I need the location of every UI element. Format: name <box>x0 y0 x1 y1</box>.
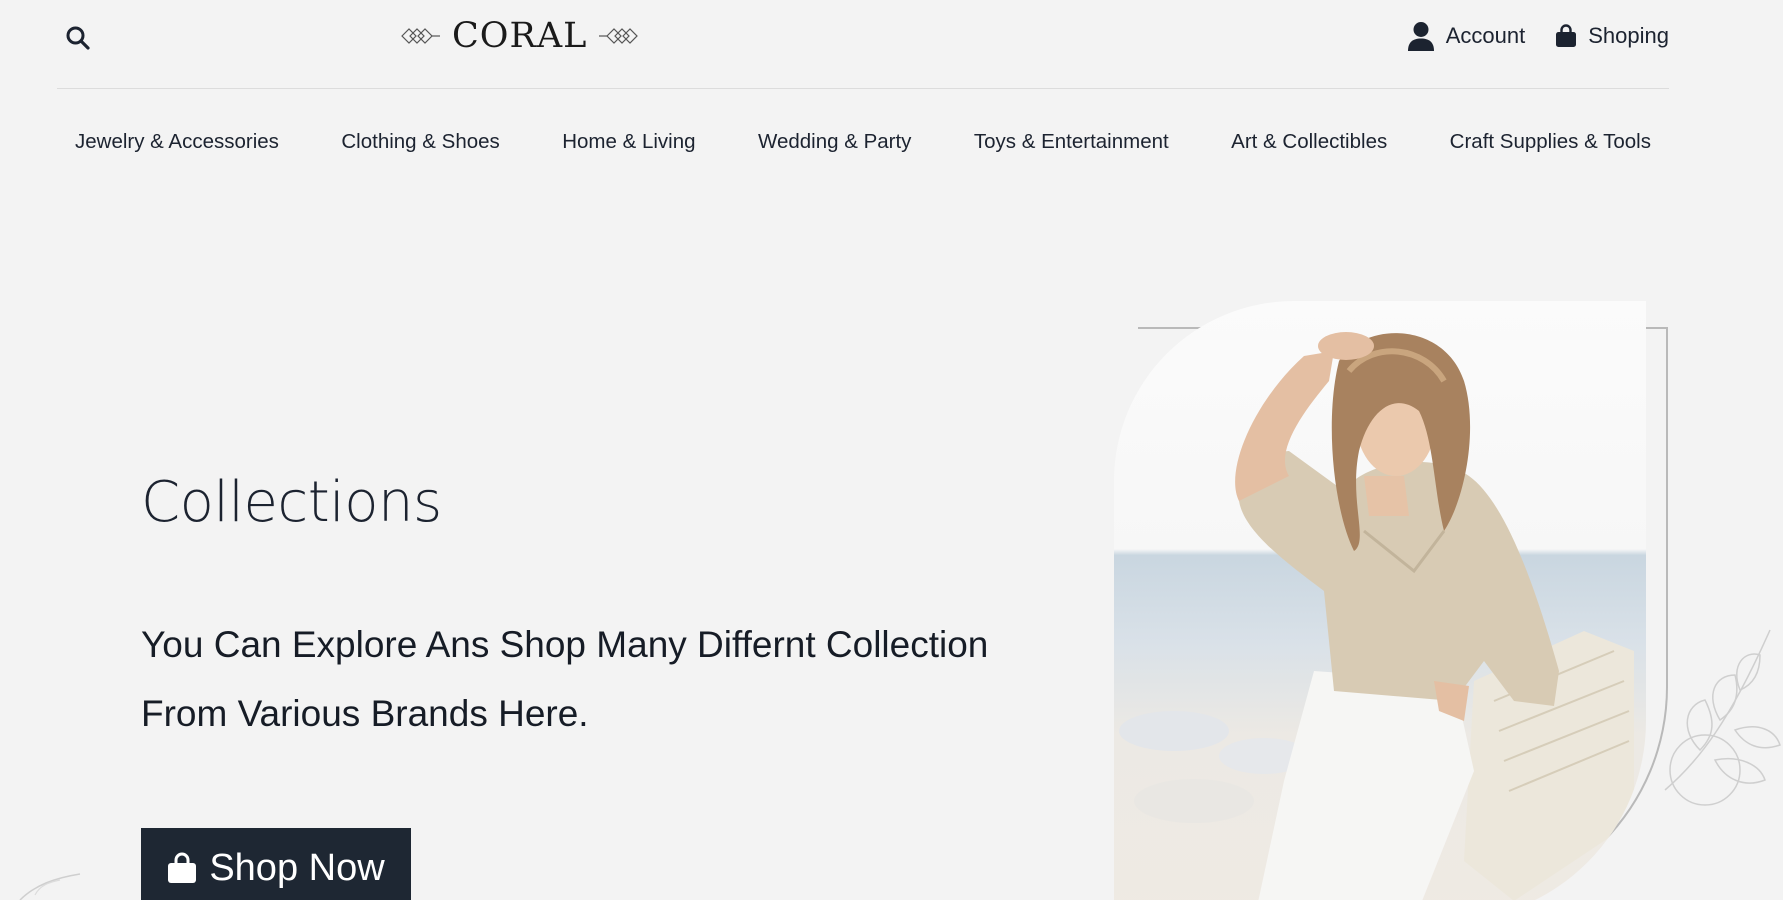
nav-item-jewelry[interactable]: Jewelry & Accessories <box>75 130 279 154</box>
logo-text: CORAL <box>452 16 588 56</box>
hero-subtitle: You Can Explore Ans Shop Many Differnt C… <box>141 624 989 734</box>
account-label: Account <box>1445 23 1526 48</box>
user-icon <box>1407 22 1434 51</box>
nav-item-toys[interactable]: Toys & Entertainment <box>974 130 1169 154</box>
hero-model-image <box>1114 301 1646 900</box>
account-link[interactable]: Account <box>1407 21 1526 51</box>
shopping-bag-icon <box>168 852 197 883</box>
site-logo[interactable]: CORAL <box>400 14 639 58</box>
nav-item-wedding[interactable]: Wedding & Party <box>758 130 911 154</box>
shopping-label: Shoping <box>1588 23 1669 48</box>
hero-title: Collections <box>141 470 442 535</box>
logo-ornament-left-icon <box>401 28 440 44</box>
shopping-link[interactable]: Shoping <box>1555 23 1669 49</box>
nav-item-home[interactable]: Home & Living <box>562 130 695 154</box>
category-nav: Jewelry & Accessories Clothing & Shoes H… <box>57 120 1669 164</box>
top-header: CORAL Account Shoping <box>57 0 1669 89</box>
header-actions: Account Shoping <box>1407 16 1669 56</box>
leaf-decoration-icon <box>1664 629 1781 806</box>
nav-item-craft[interactable]: Craft Supplies & Tools <box>1450 130 1651 154</box>
shop-now-label: Shop Now <box>209 846 385 889</box>
search-icon[interactable] <box>64 24 92 52</box>
shop-now-button[interactable]: Shop Now <box>141 828 411 900</box>
leaf-decoration-left-icon <box>19 873 81 900</box>
nav-item-art[interactable]: Art & Collectibles <box>1231 130 1387 154</box>
logo-ornament-right-icon <box>599 28 639 44</box>
nav-item-clothing[interactable]: Clothing & Shoes <box>341 130 499 154</box>
shopping-bag-icon <box>1556 24 1577 47</box>
